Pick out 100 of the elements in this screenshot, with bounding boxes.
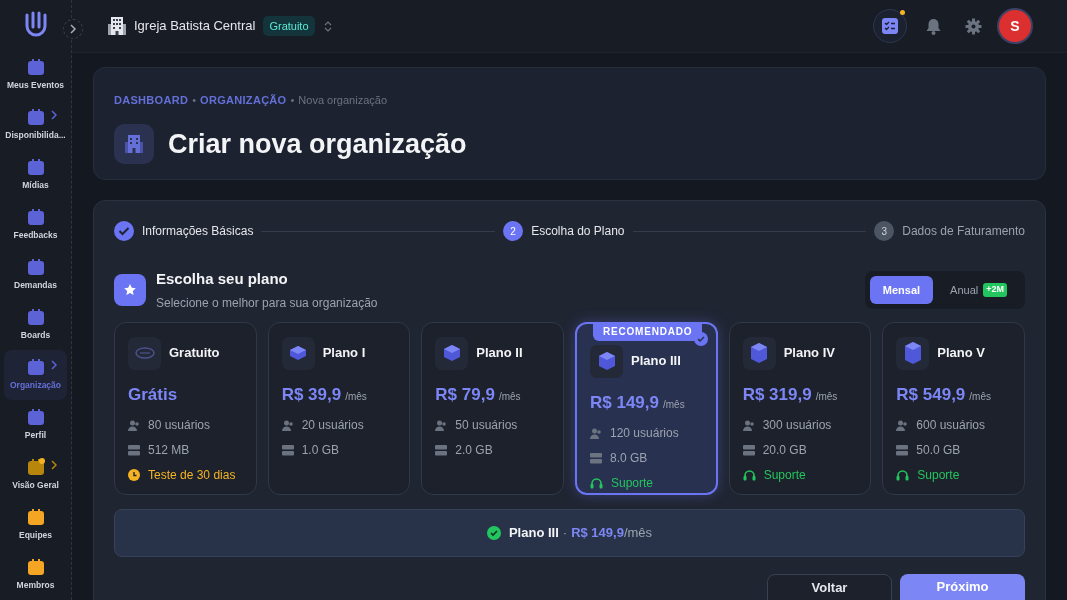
breadcrumb-separator: •	[290, 93, 295, 108]
storage-icon	[281, 444, 294, 456]
plan-card[interactable]: Plano IV R$ 319,9 /mês 300 usuários 20.0 GB Suporte	[728, 321, 872, 495]
menu-icon	[26, 458, 45, 477]
step-check-icon	[114, 221, 134, 241]
plan-card[interactable]: Plano II R$ 79,9 /mês 50 usuários 2.0 GB	[421, 321, 564, 495]
summary-period: /mês	[623, 523, 653, 542]
storage-icon	[590, 452, 602, 464]
chevron-icon	[51, 110, 57, 120]
price-period: /mês	[815, 389, 838, 404]
building-icon	[108, 16, 126, 36]
sidebar-item[interactable]: Equipes	[4, 500, 67, 550]
section-subtitle: Selecione o melhor para sua organização	[156, 294, 378, 312]
plan-name: Plano II	[476, 344, 523, 363]
plan-card[interactable]: Gratuito Grátis 80 usuários 512 MB Teste de 30 dias	[114, 321, 257, 495]
page-title: Criar nova organização	[168, 127, 467, 161]
collapse-button[interactable]	[63, 19, 83, 39]
storage-icon	[128, 444, 140, 456]
app-logo	[23, 11, 48, 39]
plan-icon	[114, 273, 146, 306]
plan-feature: 600 usuários	[916, 417, 986, 434]
check-icon	[486, 525, 501, 540]
price-period: /mês	[345, 389, 367, 404]
plan-name: Plano IV	[783, 344, 835, 363]
settings-icon[interactable]	[965, 17, 982, 35]
cube-icon	[903, 341, 922, 365]
menu-icon	[26, 158, 45, 177]
section-title: Escolha seu plano	[156, 269, 289, 289]
step-number: 3	[874, 221, 895, 241]
summary-price: R$ 149,9	[571, 523, 624, 542]
plan-price: R$ 549,9	[896, 383, 966, 406]
bell-icon[interactable]	[926, 17, 941, 35]
plan-badge: Gratuito	[263, 15, 315, 37]
plan-feature: 20 usuários	[301, 417, 364, 434]
breadcrumb-link[interactable]: ORGANIZAÇÃO	[200, 92, 287, 109]
menu-icon	[26, 408, 45, 427]
chevron-icon	[69, 24, 77, 34]
users-icon	[435, 419, 448, 431]
users-icon	[590, 427, 602, 439]
cube-icon	[750, 342, 769, 364]
sidebar-item[interactable]: Visão Geral	[4, 450, 67, 500]
plan-card[interactable]: Plano I R$ 39,9 /mês 20 usuários 1.0 GB	[267, 321, 411, 495]
sidebar-item[interactable]: Disponibilida...	[4, 100, 67, 150]
users-icon	[896, 419, 909, 431]
plan-card[interactable]: RECOMENDADO Plano III R$ 149,9 /mês 120 usuários 8.0 GB Suporte	[575, 321, 718, 495]
discount-badge: +2M	[983, 283, 1007, 297]
headphones-icon	[896, 469, 910, 481]
sidebar-item[interactable]: Boards	[4, 300, 67, 350]
menu-icon	[26, 258, 45, 277]
cube-icon	[597, 351, 616, 371]
plan-feature: 50.0 GB	[916, 442, 961, 459]
sidebar-item[interactable]: Meus Eventos	[4, 50, 67, 100]
billing-option[interactable]: Anual +2M	[937, 275, 1020, 304]
users-icon	[281, 419, 294, 431]
price-period: /mês	[663, 397, 685, 412]
breadcrumb-link[interactable]: DASHBOARD	[114, 92, 189, 109]
menu-icon	[26, 558, 45, 577]
plan-feature: Suporte	[763, 467, 806, 484]
coin-icon	[134, 347, 155, 359]
menu-icon	[26, 308, 45, 327]
cube-icon	[442, 344, 461, 362]
plan-feature: Teste de 30 dias	[148, 467, 236, 484]
plan-feature: 512 MB	[148, 442, 190, 459]
price-period: /mês	[969, 389, 991, 404]
recommended-badge: RECOMENDADO	[593, 322, 703, 341]
sidebar-item[interactable]: Demandas	[4, 250, 67, 300]
plan-feature: 20.0 GB	[762, 442, 807, 459]
storage-icon	[896, 444, 909, 456]
plan-name: Gratuito	[169, 344, 220, 363]
plan-price: R$ 79,9	[435, 383, 495, 406]
menu-icon	[26, 108, 45, 127]
plan-price: R$ 149,9	[590, 391, 659, 414]
menu-icon	[26, 508, 45, 527]
summary-plan: Plano III	[508, 523, 559, 542]
back-button[interactable]: Voltar	[767, 573, 892, 600]
step-label: Informações Básicas	[142, 223, 254, 240]
sidebar-item[interactable]: Perfil	[4, 400, 67, 450]
menu-icon	[26, 358, 45, 377]
step-label: Escolha do Plano	[531, 223, 625, 240]
tasks-button[interactable]	[873, 9, 907, 43]
user-avatar[interactable]: S	[999, 10, 1031, 42]
plan-feature: 300 usuários	[762, 417, 832, 434]
plan-feature: 8.0 GB	[610, 450, 648, 467]
billing-option[interactable]: Mensal	[869, 275, 934, 304]
plan-card[interactable]: Plano V R$ 549,9 /mês 600 usuários 50.0 GB Suporte	[882, 321, 1025, 495]
sidebar-item[interactable]: Mídias	[4, 150, 67, 200]
plan-feature: 50 usuários	[455, 417, 518, 434]
plan-feature: 1.0 GB	[301, 442, 339, 459]
step-number: 2	[503, 221, 524, 241]
sidebar-item[interactable]: Organização	[4, 350, 67, 400]
selected-check-icon	[693, 331, 708, 346]
storage-icon	[742, 444, 755, 456]
users-icon	[128, 419, 140, 431]
sidebar-item[interactable]: Membros	[4, 550, 67, 600]
menu-icon	[26, 208, 45, 227]
organization-name[interactable]: Igreja Batista Central	[134, 16, 256, 36]
switch-chevron-icon[interactable]	[323, 19, 332, 33]
price-period: /mês	[498, 389, 521, 404]
sidebar-item[interactable]: Feedbacks	[4, 200, 67, 250]
menu-icon	[26, 58, 45, 77]
